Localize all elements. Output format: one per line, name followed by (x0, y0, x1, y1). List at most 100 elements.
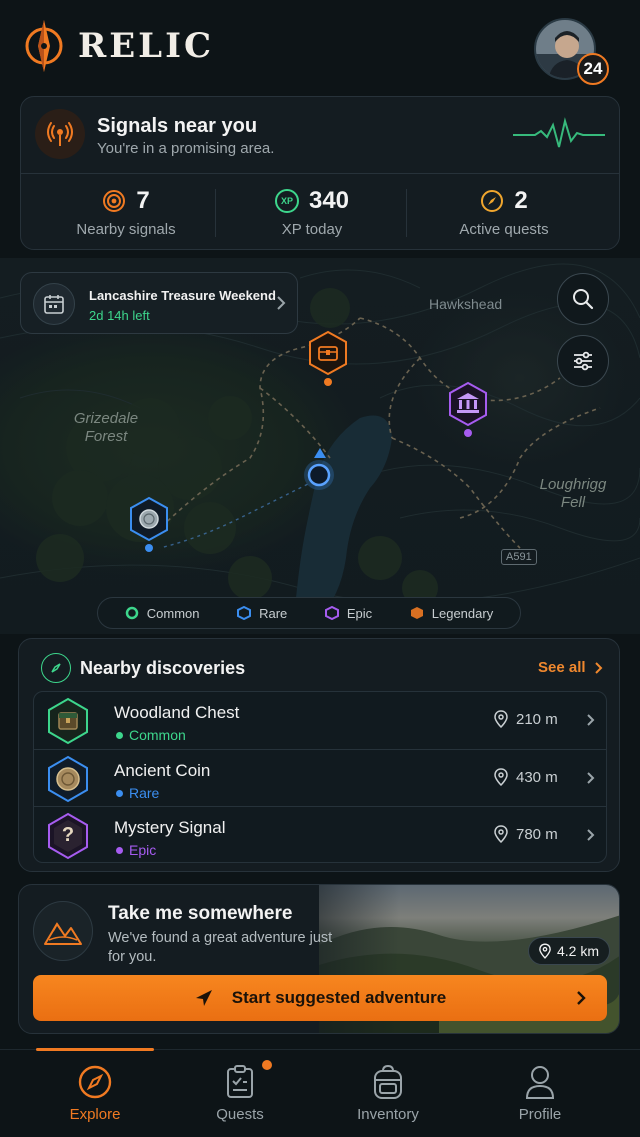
compass-icon (481, 190, 504, 212)
item-name: Mystery Signal (114, 818, 226, 837)
nav-label: Inventory (357, 1106, 419, 1123)
coin-icon (130, 496, 168, 552)
rarity-dot (116, 846, 123, 854)
signals-card: Signals near you You're in a promising a… (20, 96, 620, 250)
map-filter-button[interactable] (557, 335, 609, 387)
sliders-icon (574, 351, 592, 371)
hexagon-icon (237, 606, 252, 620)
chevron-right-icon (577, 991, 586, 1005)
nav-quests[interactable]: Quests (160, 1050, 320, 1137)
stat-xp-today: XP 340 XP today (217, 187, 407, 238)
event-time-left: 2d 14h left (89, 308, 150, 323)
stat-label: XP today (281, 221, 343, 238)
map-legend: Common Rare Epic Legendary (97, 597, 521, 629)
rarity-dot (116, 731, 123, 739)
map-label-line: Forest (84, 428, 128, 445)
question-glyph: ? (61, 824, 75, 846)
list-item[interactable]: Woodland Chest Common 210 m (34, 692, 606, 749)
map-label-grizedale: Grizedale Forest (70, 410, 142, 446)
chest-icon (46, 697, 90, 745)
map-label-line: Loughrigg (539, 476, 607, 493)
item-rarity: Epic (116, 842, 156, 858)
divider (406, 189, 407, 237)
stat-nearby-signals: 7 Nearby signals (31, 187, 221, 238)
adventure-title: Take me somewhere (108, 903, 293, 924)
event-card[interactable]: Lancashire Treasure Weekend 2d 14h left (20, 272, 298, 334)
nav-label: Explore (69, 1106, 121, 1123)
chest-icon (309, 330, 347, 386)
legend-epic: Epic (324, 605, 373, 621)
item-distance: 430 m (494, 768, 558, 786)
legend-label: Epic (346, 605, 373, 621)
chevron-right-icon (587, 829, 595, 841)
map-label-loughrigg: Loughrigg Fell (535, 476, 611, 512)
stat-value: 340 (308, 187, 350, 214)
question-icon: ? (46, 812, 90, 860)
list-item[interactable]: ? Mystery Signal Epic 780 m (34, 806, 606, 862)
rarity-label: Rare (129, 785, 160, 801)
start-adventure-button[interactable]: Start suggested adventure (33, 975, 607, 1021)
legend-common: Common (125, 606, 200, 621)
bottom-nav: Explore Quests Inventory Profile (0, 1048, 640, 1137)
xp-icon: XP (274, 189, 299, 213)
stat-value: 2 (514, 187, 528, 214)
signals-title: Signals near you (97, 115, 258, 137)
list-item[interactable]: Ancient Coin Rare 430 m (34, 749, 606, 806)
stat-label: Active quests (459, 221, 549, 238)
compass-logo-icon (25, 20, 63, 72)
mountains-icon (33, 901, 93, 961)
discoveries-title: Nearby discoveries (80, 658, 246, 678)
item-rarity: Common (116, 727, 186, 743)
calendar-icon (33, 283, 75, 325)
location-dot-icon (304, 448, 334, 490)
map-pin-legendary[interactable] (306, 330, 350, 390)
map-label-line: Fell (560, 494, 586, 511)
location-pin-icon (494, 710, 508, 728)
location-pin-icon (539, 943, 551, 959)
app-logo: RELIC (20, 18, 214, 74)
signals-subtitle: You're in a promising area. (97, 140, 275, 157)
item-distance: 780 m (494, 825, 558, 843)
see-all-link[interactable]: See all (538, 659, 604, 676)
map-pin-epic[interactable] (446, 381, 490, 441)
clipboard-icon (224, 1064, 256, 1100)
road-label: A591 (501, 549, 537, 565)
nav-label: Quests (216, 1106, 264, 1123)
distance-value: 430 m (516, 768, 558, 786)
legend-legendary: Legendary (410, 606, 493, 621)
user-icon (524, 1064, 556, 1100)
see-all-label: See all (538, 659, 586, 676)
notification-dot (262, 1060, 272, 1070)
compass-icon (77, 1064, 113, 1100)
location-pin-icon (494, 825, 508, 843)
nav-profile[interactable]: Profile (460, 1050, 620, 1137)
item-distance: 210 m (494, 710, 558, 728)
button-label: Start suggested adventure (231, 988, 447, 1007)
rarity-label: Epic (129, 842, 157, 858)
compass-icon (41, 653, 71, 683)
hexagon-icon (410, 607, 423, 619)
landmark-icon (449, 381, 487, 437)
distance-value: 4.2 km (557, 943, 600, 959)
discoveries-list: Woodland Chest Common 210 m Ancient Coin (33, 691, 607, 863)
circle-icon (125, 606, 139, 620)
legend-label: Rare (259, 605, 288, 621)
app-name: RELIC (78, 26, 215, 66)
chevron-right-icon (594, 661, 602, 674)
level-badge: 24 (577, 53, 609, 85)
coin-icon (46, 755, 90, 803)
target-icon (103, 190, 126, 212)
map-pin-rare[interactable] (127, 496, 171, 556)
nav-inventory[interactable]: Inventory (308, 1050, 468, 1137)
stat-label: Nearby signals (76, 221, 176, 238)
pulse-wave-icon (513, 117, 605, 148)
map-search-button[interactable] (557, 273, 609, 325)
divider (215, 189, 216, 237)
signal-icon (35, 109, 85, 159)
chevron-right-icon (277, 296, 286, 310)
hexagon-icon (324, 606, 339, 620)
navigation-arrow-icon (195, 990, 212, 1006)
nav-explore[interactable]: Explore (15, 1050, 175, 1137)
backpack-icon (371, 1064, 405, 1100)
legend-rare: Rare (237, 606, 287, 621)
